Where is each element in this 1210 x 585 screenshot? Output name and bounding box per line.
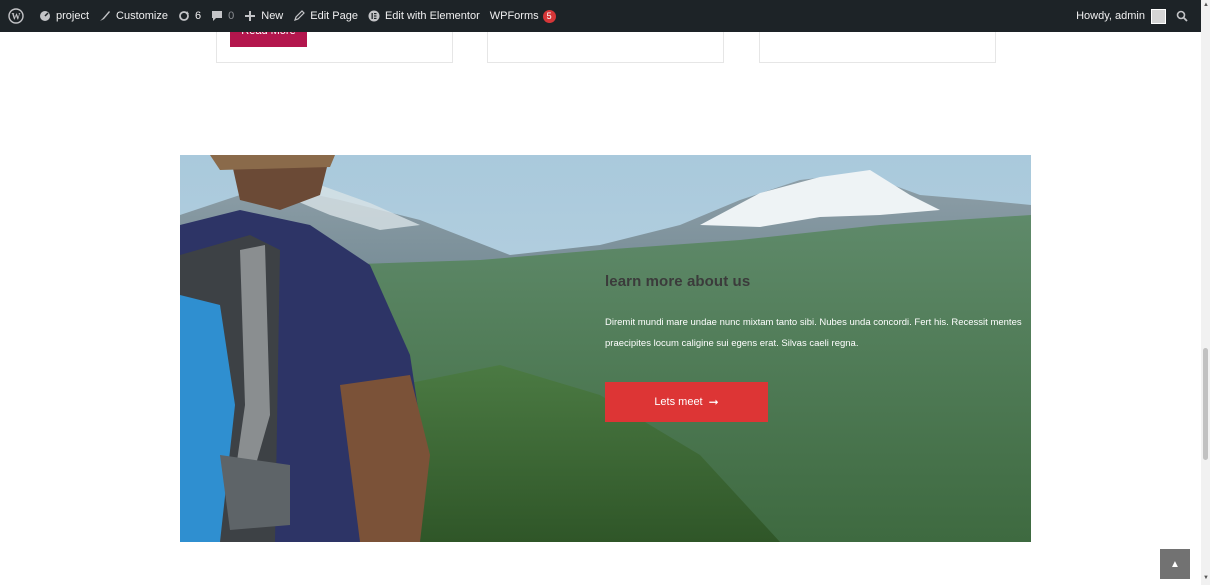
customize-label: Customize <box>116 10 168 22</box>
page-scrollbar[interactable]: ▲ ▼ <box>1201 0 1210 585</box>
wordpress-menu[interactable]: W <box>0 0 34 32</box>
edit-page-label: Edit Page <box>310 10 358 22</box>
about-hero-section: learn more about us Diremit mundi mare u… <box>180 155 1031 542</box>
site-name-label: project <box>56 10 90 22</box>
wpforms-menu[interactable]: WPForms 5 <box>485 0 561 32</box>
comments-icon <box>212 11 223 21</box>
chevron-up-icon: ▲ <box>1170 558 1180 570</box>
elementor-icon <box>368 10 380 22</box>
plus-icon <box>245 11 256 21</box>
new-content-menu[interactable]: New <box>239 0 288 32</box>
updates-menu[interactable]: 6 <box>173 0 206 32</box>
new-label: New <box>261 10 284 22</box>
my-account-menu[interactable]: Howdy, admin <box>1071 0 1171 32</box>
updates-icon <box>179 11 189 21</box>
edit-elementor-label: Edit with Elementor <box>384 10 480 22</box>
svg-text:W: W <box>12 12 21 22</box>
wpforms-label: WPForms <box>489 10 539 22</box>
brush-icon <box>100 11 111 21</box>
admin-bar: W project Customize 6 0 New Edit Page Ed… <box>0 0 1201 32</box>
scroll-thumb[interactable] <box>1203 348 1208 460</box>
hero-description: Diremit mundi mare undae nunc mixtam tan… <box>605 317 1022 349</box>
avatar <box>1151 8 1166 24</box>
wordpress-icon: W <box>8 8 24 24</box>
back-to-top-button[interactable]: ▲ <box>1160 549 1190 579</box>
site-name-menu[interactable]: project <box>34 0 94 32</box>
hero-content: learn more about us Diremit mundi mare u… <box>605 273 1025 354</box>
comments-menu[interactable]: 0 <box>206 0 239 32</box>
search-button[interactable] <box>1171 0 1201 32</box>
lets-meet-label: Lets meet <box>654 396 703 408</box>
customize-menu[interactable]: Customize <box>94 0 173 32</box>
edit-page-menu[interactable]: Edit Page <box>288 0 363 32</box>
wpforms-badge: 5 <box>542 9 556 23</box>
lets-meet-button[interactable]: Lets meet ➞ <box>605 382 768 422</box>
search-icon <box>1176 10 1188 22</box>
scroll-up-arrow[interactable]: ▲ <box>1203 2 1209 8</box>
howdy-label: Howdy, admin <box>1076 10 1145 22</box>
scroll-down-arrow[interactable]: ▼ <box>1203 575 1209 581</box>
pencil-icon <box>294 10 306 21</box>
edit-elementor-menu[interactable]: Edit with Elementor <box>363 0 485 32</box>
comments-count: 0 <box>228 10 235 22</box>
updates-count: 6 <box>195 10 202 22</box>
hero-title: learn more about us <box>605 273 751 290</box>
dashboard-icon <box>40 11 50 21</box>
arrow-right-icon: ➞ <box>708 395 719 409</box>
